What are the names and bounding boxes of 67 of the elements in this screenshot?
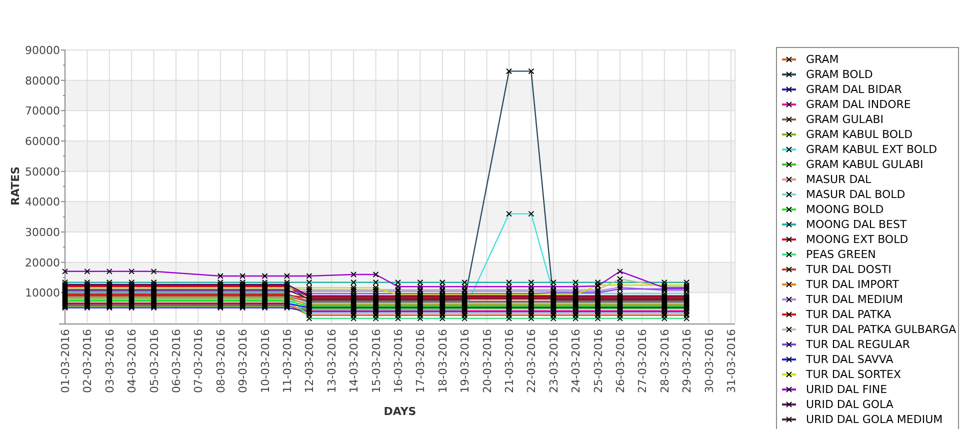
- legend-label: TUR DAL IMPORT: [806, 277, 899, 292]
- x-tick-label: 12-03-2016: [303, 329, 316, 393]
- x-tick-label: 11-03-2016: [281, 329, 294, 393]
- legend-label: MOONG DAL BEST: [806, 217, 907, 232]
- legend-label: MOONG BOLD: [806, 202, 884, 217]
- x-tick-label: 02-03-2016: [81, 329, 94, 393]
- x-tick-label: 19-03-2016: [458, 329, 472, 393]
- x-tick-label: 04-03-2016: [126, 329, 139, 393]
- legend-label: TUR DAL SORTEX: [806, 367, 902, 382]
- y-axis-title: RATES: [9, 166, 22, 206]
- x-tick-label: 23-03-2016: [547, 329, 560, 393]
- x-tick-label: 21-03-2016: [503, 329, 516, 393]
- x-tick-label: 01-03-2016: [59, 329, 72, 393]
- x-tick-label: 24-03-2016: [570, 329, 583, 393]
- x-tick-label: 27-03-2016: [636, 329, 650, 393]
- x-tick-label: 31-03-2016: [725, 329, 738, 393]
- x-tick-label: 07-03-2016: [192, 329, 206, 393]
- legend-label: MOONG EXT BOLD: [806, 232, 908, 247]
- x-tick-label: 06-03-2016: [170, 329, 183, 393]
- legend-label: TUR DAL PATKA: [806, 307, 892, 322]
- legend-label: TUR DAL REGULAR: [806, 337, 910, 352]
- x-tick-label: 10-03-2016: [258, 329, 272, 393]
- x-tick-label: 22-03-2016: [525, 329, 538, 393]
- legend-label: TUR DAL PATKA GULBARGA: [806, 322, 956, 337]
- legend-label: GRAM KABUL GULABI: [806, 157, 924, 172]
- legend-label: GRAM DAL BIDAR: [806, 82, 902, 97]
- x-tick-label: 17-03-2016: [414, 329, 428, 393]
- y-tick-label: 50000: [25, 165, 60, 178]
- legend-label: MASUR DAL BOLD: [806, 187, 906, 202]
- legend-label: PEAS GREEN: [806, 247, 876, 262]
- x-tick-label: 29-03-2016: [680, 329, 694, 393]
- x-tick-label: 30-03-2016: [702, 329, 716, 393]
- legend-label: GRAM: [806, 52, 839, 67]
- x-tick-label: 25-03-2016: [592, 329, 605, 393]
- legend-label: TUR DAL DOSTI: [806, 262, 892, 277]
- x-tick-label: 26-03-2016: [614, 329, 627, 393]
- y-tick-label: 30000: [25, 226, 60, 239]
- x-tick-label: 15-03-2016: [370, 329, 383, 393]
- x-axis-title: DAYS: [384, 405, 416, 418]
- y-tick-label: 10000: [25, 286, 60, 300]
- legend-label: GRAM DAL INDORE: [806, 97, 911, 112]
- x-tick-label: 28-03-2016: [658, 329, 672, 393]
- legend-label: URID DAL FINE: [806, 382, 888, 397]
- legend-label: GRAM KABUL EXT BOLD: [806, 142, 938, 157]
- y-tick-label: 70000: [25, 104, 60, 118]
- legend-label: GRAM GULABI: [806, 112, 884, 127]
- legend-label: URID DAL GOLA MEDIUM: [806, 412, 943, 427]
- x-tick-label: 13-03-2016: [325, 329, 338, 393]
- y-tick-label: 40000: [25, 196, 60, 209]
- legend-label: URID DAL GOLA: [806, 397, 894, 412]
- legend-label: GRAM KABUL BOLD: [806, 127, 913, 142]
- x-tick-label: 14-03-2016: [348, 329, 361, 393]
- x-tick-label: 08-03-2016: [214, 329, 228, 393]
- legend-label: TUR DAL SAVVA: [806, 352, 894, 367]
- x-tick-label: 05-03-2016: [148, 329, 161, 393]
- y-tick-label: 20000: [25, 256, 60, 270]
- legend-label: TUR DAL MEDIUM: [806, 292, 904, 307]
- x-tick-label: 16-03-2016: [392, 329, 405, 393]
- y-tick-label: 90000: [25, 44, 60, 57]
- x-tick-label: 20-03-2016: [480, 329, 494, 393]
- x-tick-label: 09-03-2016: [236, 329, 250, 393]
- legend-label: GRAM BOLD: [806, 67, 873, 82]
- legend-label: MASUR DAL: [806, 172, 872, 187]
- x-tick-label: 18-03-2016: [436, 329, 450, 393]
- y-tick-label: 60000: [25, 135, 60, 148]
- y-tick-label: 80000: [25, 74, 60, 88]
- x-tick-label: 03-03-2016: [103, 329, 116, 393]
